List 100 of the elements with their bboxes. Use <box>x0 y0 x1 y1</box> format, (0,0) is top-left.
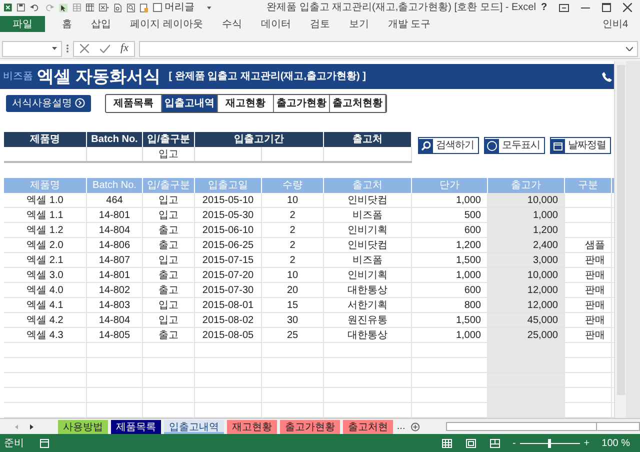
action-button[interactable]: 모두표시 <box>484 137 545 154</box>
add-sheet-icon[interactable] <box>411 422 420 432</box>
column-header: 단가 <box>412 178 488 193</box>
table-cell: 2 <box>262 253 324 267</box>
table-cell: 14-804 <box>87 313 143 327</box>
account-name[interactable]: 인비4 <box>602 16 628 32</box>
filter-field[interactable]: 입고 <box>143 147 195 162</box>
logo-text: 비즈폼 <box>3 70 33 84</box>
column-header: 입/출구분 <box>143 178 195 193</box>
file-button[interactable]: 파일 <box>0 16 45 32</box>
ribbon-tab[interactable]: 개발 도구 <box>388 16 431 32</box>
table-cell: 14-801 <box>87 208 143 222</box>
table-cell: 대한통상 <box>324 328 412 342</box>
more-icon[interactable] <box>66 44 69 53</box>
column-header: 입출고일 <box>195 178 262 193</box>
header-checkbox[interactable]: 머리글 <box>153 0 194 15</box>
window-title: 완제품 입출고 재고관리(재고,출고가현황) [호환 모드] - Excel <box>266 1 536 15</box>
ribbon-tab[interactable]: 홈 <box>62 16 72 32</box>
horizontal-scrollbar[interactable] <box>446 422 640 431</box>
page-layout-icon[interactable] <box>466 438 476 448</box>
formula-input[interactable] <box>139 40 638 56</box>
zoom-in-button[interactable]: + <box>584 436 590 450</box>
dropdown-icon[interactable] <box>207 6 212 10</box>
column-header: 출고처 <box>324 178 412 193</box>
table-cell: 엑셀 2.1 <box>4 253 87 267</box>
ribbon-tab[interactable]: 보기 <box>348 16 369 32</box>
table-cell: 2015-06-10 <box>195 223 262 237</box>
table-cell: 12,000 <box>488 298 565 312</box>
action-button[interactable]: 검색하기 <box>418 137 479 154</box>
help-button[interactable]: ? <box>540 0 548 15</box>
grid-icon[interactable] <box>72 2 81 13</box>
ribbon-display-icon[interactable] <box>559 4 570 12</box>
table-cell: 10,000 <box>488 193 565 207</box>
ribbon-tab[interactable]: 페이지 레이아웃 <box>130 16 203 32</box>
phone-icon <box>602 72 612 82</box>
close-icon[interactable] <box>623 3 632 12</box>
cursor-icon[interactable] <box>59 2 68 14</box>
print-preview-icon[interactable] <box>114 2 122 14</box>
table-cell: 2015-05-30 <box>195 208 262 222</box>
cancel-icon[interactable] <box>80 44 88 53</box>
table-cell: 샘플 <box>565 238 612 252</box>
table-cell: 판매 <box>565 283 612 297</box>
sheet-tab[interactable]: 재고현황 <box>226 420 277 434</box>
table-cell: 2 <box>262 223 324 237</box>
nav-tab[interactable]: 출고처현황 <box>330 94 386 112</box>
status-text: 준비 <box>4 436 24 450</box>
table-cell: 2015-05-10 <box>195 193 262 207</box>
table-cell: 인비기획 <box>324 223 412 237</box>
table-cell: 엑셀 1.0 <box>4 193 87 207</box>
table-cell: 출고 <box>143 283 195 297</box>
form-icon[interactable] <box>99 2 110 13</box>
macro-record-icon[interactable] <box>40 438 49 448</box>
zoom-out-button[interactable]: - <box>512 436 516 450</box>
action-button[interactable]: 날짜정렬 <box>550 137 611 154</box>
ribbon-tab[interactable]: 검토 <box>310 16 330 32</box>
nav-tab[interactable]: 출고가현황 <box>274 94 330 112</box>
sheet-tab[interactable]: 제품목록 <box>110 420 161 434</box>
table-cell: 판매 <box>565 328 612 342</box>
guide-button[interactable]: 서식사용설명 <box>6 94 91 112</box>
table-cell: 2015-07-20 <box>195 268 262 282</box>
table-cell: 45,000 <box>488 313 565 327</box>
undo-icon[interactable] <box>30 2 40 13</box>
banner-subtitle: [ 완제품 입출고 재고관리(재고,출고가현황) ] <box>168 70 366 84</box>
nav-tab[interactable]: 입출고내역 <box>162 94 218 112</box>
table-cell: 2015-07-15 <box>195 253 262 267</box>
column-header: 제품명 <box>4 178 87 193</box>
table-cell: 12,000 <box>488 283 565 297</box>
column-header: 수량 <box>262 178 324 193</box>
column-header: Batch No. <box>87 178 143 193</box>
table-cell: 2 <box>262 208 324 222</box>
ribbon-tab[interactable]: 수식 <box>222 16 242 32</box>
page-setup-icon[interactable] <box>140 2 148 14</box>
zoom-page-icon[interactable] <box>126 2 135 14</box>
sheet-tab[interactable]: 출고가현황 <box>280 420 340 434</box>
table-cell: 출고 <box>143 238 195 252</box>
zoom-slider-thumb[interactable] <box>548 438 552 448</box>
table-cell: 엑셀 4.3 <box>4 328 87 342</box>
ribbon-tab[interactable]: 삽입 <box>91 16 111 32</box>
maximize-icon[interactable] <box>602 3 612 12</box>
excel-icon[interactable] <box>4 2 12 13</box>
more-sheets-button[interactable]: ... <box>396 419 406 434</box>
table-cell: 출고 <box>143 223 195 237</box>
sheet-tab[interactable]: 사용방법 <box>58 420 108 434</box>
nav-tab[interactable]: 제품목록 <box>106 94 162 112</box>
vertical-scrollbar[interactable] <box>614 61 626 418</box>
table-cell: 14-802 <box>87 283 143 297</box>
table-cell: 엑셀 2.0 <box>4 238 87 252</box>
next-sheet-icon[interactable] <box>30 424 34 430</box>
insert-function-button[interactable]: fx <box>120 40 128 57</box>
ribbon-tab[interactable]: 데이터 <box>260 16 291 32</box>
table-cell: 2015-08-01 <box>195 298 262 312</box>
sheet-tab[interactable]: 출고처현 <box>342 420 393 434</box>
table-icon[interactable] <box>86 2 94 13</box>
zoom-level[interactable]: 100 % <box>602 436 630 450</box>
sheet-tab[interactable]: 입출고내역 <box>164 420 224 434</box>
save-icon[interactable] <box>16 2 25 13</box>
column-header: 입출고기간 <box>195 132 324 148</box>
confirm-icon[interactable] <box>100 44 110 53</box>
normal-view-icon[interactable] <box>442 438 452 448</box>
page-break-icon[interactable] <box>490 438 500 448</box>
